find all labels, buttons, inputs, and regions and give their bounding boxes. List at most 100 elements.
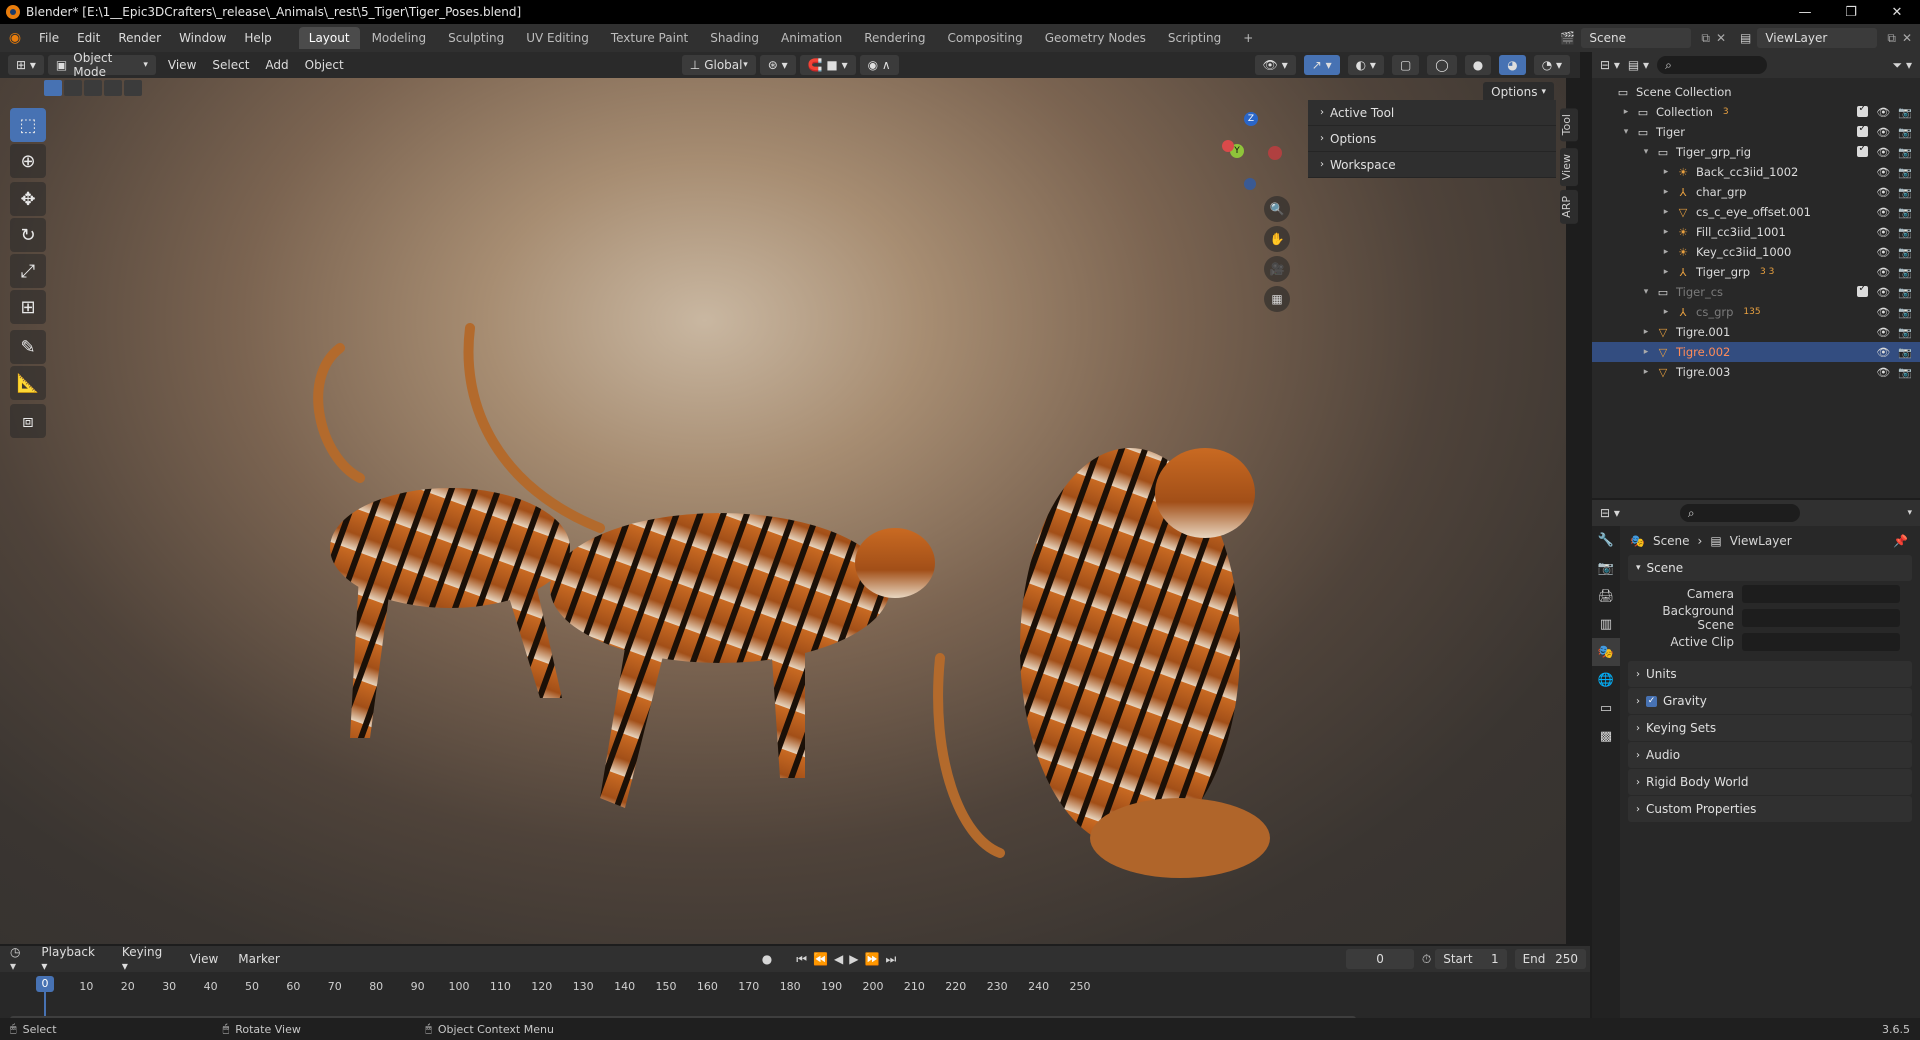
outliner-row[interactable]: ▸▭Collection3👁📷 [1592, 102, 1920, 122]
output-tab-icon[interactable]: 🖨 [1592, 582, 1620, 610]
transform-orientation-dropdown[interactable]: ⊥ Global ▾ [681, 55, 756, 75]
chevron-down-icon[interactable]: ▾ [1907, 508, 1920, 518]
outliner-row[interactable]: ▸ ▽ Tigre.003 👁 📷 [1592, 362, 1920, 382]
active-clip-input[interactable] [1742, 633, 1900, 651]
x-axis-icon[interactable] [1268, 146, 1282, 160]
npanel-tab-view[interactable]: View [1560, 148, 1578, 187]
outliner-row[interactable]: ▸ ⅄ cs_grp 135 👁 📷 [1592, 302, 1920, 322]
chevron-right-icon[interactable]: ▸ [1640, 327, 1652, 337]
outliner-search-input[interactable]: ⌕ [1657, 56, 1768, 74]
render-camera-icon[interactable]: 📷 [1898, 366, 1912, 379]
end-frame-input[interactable]: End 250 [1514, 949, 1586, 969]
navigation-gizmo[interactable]: Z Y [1200, 108, 1290, 198]
outliner-row[interactable]: ▸ ▽ Tigre.002 👁 📷 [1592, 342, 1920, 362]
menu-help[interactable]: Help [235, 31, 280, 45]
new-viewlayer-icon[interactable]: ⧉ [1887, 31, 1896, 46]
render-camera-icon[interactable]: 📷 [1898, 126, 1912, 139]
menu-file[interactable]: File [30, 31, 68, 45]
world-tab-icon[interactable]: 🌐 [1592, 666, 1620, 694]
tab-animation[interactable]: Animation [771, 27, 852, 49]
menu-render[interactable]: Render [109, 31, 170, 45]
render-camera-icon[interactable]: 📷 [1898, 226, 1912, 239]
display-mode-icon[interactable]: ▤ ▾ [1628, 58, 1649, 72]
select-extend-icon[interactable] [64, 80, 82, 96]
chevron-right-icon[interactable]: ▸ [1660, 307, 1672, 317]
outliner-row[interactable]: ▾▭Tiger👁📷 [1592, 122, 1920, 142]
minimize-icon[interactable]: — [1782, 5, 1828, 20]
outliner-row[interactable]: ▸ ⅄ char_grp 👁 📷 [1592, 182, 1920, 202]
tool-tab-icon[interactable]: 🔧 [1592, 526, 1620, 554]
render-camera-icon[interactable]: 📷 [1898, 286, 1912, 299]
measure-tool-icon[interactable]: 📐 [10, 366, 46, 400]
viewlayer-selector-icon[interactable]: ▤ [1740, 31, 1751, 45]
camera-input[interactable] [1742, 585, 1900, 603]
menu-window[interactable]: Window [170, 31, 235, 45]
eye-icon[interactable]: 👁 [1876, 206, 1890, 219]
exclude-checkbox[interactable] [1857, 143, 1869, 157]
select-subtract-icon[interactable] [84, 80, 102, 96]
editor-type-icon[interactable]: ⊟ ▾ [1600, 58, 1620, 72]
chevron-down-icon[interactable]: ▾ [1640, 147, 1652, 157]
npanel-tab-tool[interactable]: Tool [1560, 108, 1578, 142]
eye-icon[interactable]: 👁 [1876, 326, 1890, 339]
eye-icon[interactable]: 👁 [1876, 266, 1890, 279]
exclude-checkbox[interactable] [1857, 103, 1869, 117]
chevron-right-icon[interactable]: ▸ [1620, 107, 1632, 117]
new-scene-icon[interactable]: ⧉ [1701, 31, 1710, 46]
custom-properties-panel[interactable]: › Custom Properties [1628, 796, 1912, 822]
render-camera-icon[interactable]: 📷 [1898, 106, 1912, 119]
exclude-checkbox[interactable] [1857, 283, 1869, 297]
overlay-toggle-icon[interactable]: ◐ ▾ [1347, 55, 1384, 75]
select-invert-icon[interactable] [104, 80, 122, 96]
chevron-right-icon[interactable]: ▸ [1660, 227, 1672, 237]
tab-compositing[interactable]: Compositing [937, 27, 1032, 49]
tab-layout[interactable]: Layout [298, 27, 360, 49]
chevron-right-icon[interactable]: ▸ [1640, 367, 1652, 377]
cursor-tool-icon[interactable]: ⊕ [10, 144, 46, 178]
eye-icon[interactable]: 👁 [1876, 146, 1890, 159]
tab-scripting[interactable]: Scripting [1158, 27, 1231, 49]
scene-panel-header[interactable]: ▾ Scene [1628, 555, 1912, 581]
outliner-row[interactable]: ▸ ☀ Back_cc3iid_1002 👁 📷 [1592, 162, 1920, 182]
blender-menu-icon[interactable]: ◉ [0, 30, 30, 46]
menu-view[interactable]: View [160, 58, 204, 72]
collection-tab-icon[interactable]: ▭ [1592, 694, 1620, 722]
material-shading-icon[interactable]: ◕ [1499, 55, 1526, 75]
tab-geometry-nodes[interactable]: Geometry Nodes [1035, 27, 1156, 49]
tab-sculpting[interactable]: Sculpting [438, 27, 514, 49]
gravity-panel[interactable]: › ✓ Gravity [1628, 688, 1912, 714]
options-dropdown[interactable]: Options ▾ [1483, 82, 1554, 102]
render-tab-icon[interactable]: 📷 [1592, 554, 1620, 582]
audio-panel[interactable]: › Audio [1628, 742, 1912, 768]
background-scene-input[interactable] [1742, 609, 1900, 627]
eye-icon[interactable]: 👁 [1876, 226, 1890, 239]
menu-edit[interactable]: Edit [68, 31, 109, 45]
start-frame-input[interactable]: Start 1 [1435, 949, 1507, 969]
outliner-row[interactable]: ▸ ⅄ Tiger_grp 3 3 👁 📷 [1592, 262, 1920, 282]
render-camera-icon[interactable]: 📷 [1898, 186, 1912, 199]
render-camera-icon[interactable]: 📷 [1898, 246, 1912, 259]
render-camera-icon[interactable]: 📷 [1898, 206, 1912, 219]
outliner-row[interactable]: ▸ ☀ Fill_cc3iid_1001 👁 📷 [1592, 222, 1920, 242]
eye-icon[interactable]: 👁 [1876, 286, 1890, 299]
render-camera-icon[interactable]: 📷 [1898, 146, 1912, 159]
render-camera-icon[interactable]: 📷 [1898, 306, 1912, 319]
eye-icon[interactable]: 👁 [1876, 346, 1890, 359]
pin-icon[interactable]: 📌 [1893, 534, 1920, 548]
npanel-workspace[interactable]: › Workspace [1308, 152, 1556, 178]
delete-viewlayer-icon[interactable]: ✕ [1902, 31, 1912, 45]
chevron-right-icon[interactable]: ▸ [1660, 267, 1672, 277]
chevron-right-icon[interactable]: ▸ [1660, 247, 1672, 257]
select-intersect-icon[interactable] [124, 80, 142, 96]
gizmo-toggle-icon[interactable]: ↗ ▾ [1303, 55, 1340, 75]
eye-icon[interactable]: 👁 [1876, 166, 1890, 179]
transform-tool-icon[interactable]: ⊞ [10, 290, 46, 324]
camera-view-icon[interactable]: 🎥 [1264, 256, 1290, 282]
z-axis-icon[interactable]: Z [1244, 112, 1258, 126]
chevron-right-icon[interactable]: ▸ [1660, 187, 1672, 197]
outliner-row[interactable]: ▾▭Tiger_grp_rig👁📷 [1592, 142, 1920, 162]
chevron-down-icon[interactable]: ▾ [1640, 287, 1652, 297]
menu-add[interactable]: Add [257, 58, 296, 72]
npanel-options[interactable]: › Options [1308, 126, 1556, 152]
eye-icon[interactable]: 👁 [1876, 106, 1890, 119]
